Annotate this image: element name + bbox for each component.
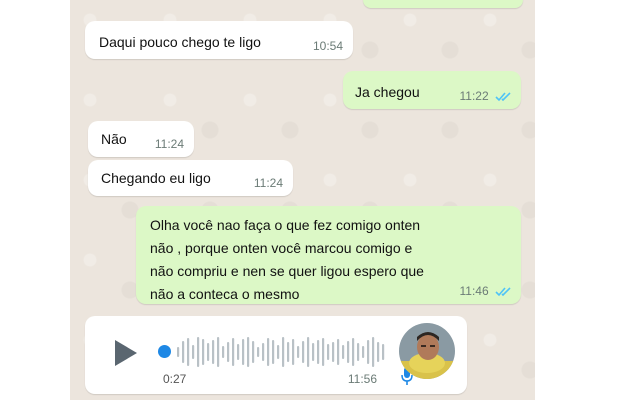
message-time: 11:46: [459, 284, 489, 298]
message-text: Não: [101, 131, 127, 147]
waveform-bar: [187, 338, 190, 366]
waveform-bar: [262, 343, 265, 361]
waveform-bar: [312, 343, 315, 361]
waveform-bar: [257, 347, 260, 357]
waveform-bar: [212, 340, 215, 364]
waveform-bar: [352, 338, 355, 366]
message-time-group: 11:46: [460, 284, 513, 298]
waveform-bar: [252, 341, 255, 363]
waveform-bar: [267, 338, 270, 366]
waveform-bar: [327, 344, 330, 360]
message-bubble-incoming[interactable]: Não 11:24: [88, 121, 194, 157]
waveform-bar: [377, 342, 380, 362]
message-time: 11:24: [154, 137, 184, 151]
play-icon[interactable]: [115, 340, 137, 366]
waveform-bar: [277, 345, 280, 359]
voice-duration: 0:27: [163, 372, 187, 386]
waveform-bar: [217, 337, 220, 367]
waveform-bar: [302, 341, 305, 363]
waveform-bar: [192, 345, 195, 359]
message-line: não a conteca o mesmo: [150, 286, 300, 302]
waveform-bar: [242, 339, 245, 365]
message-bubble-outgoing[interactable]: Olha você nao faça o que fez comigo onte…: [136, 206, 521, 304]
waveform-bar: [367, 340, 370, 364]
waveform-bar: [207, 343, 210, 361]
waveform-bar: [177, 347, 180, 357]
message-bubble-incoming[interactable]: Chegando eu ligo 11:24: [88, 160, 293, 196]
waveform-bar: [292, 339, 295, 365]
message-line: não compriu e nen se quer ligou espero q…: [150, 263, 424, 279]
waveform-bar: [342, 345, 345, 359]
waveform-bar: [182, 341, 185, 363]
message-line: Olha você nao faça o que fez comigo onte…: [150, 217, 421, 233]
waveform-bar: [222, 346, 225, 358]
playback-position-handle[interactable]: [158, 345, 171, 358]
waveform-bar: [317, 340, 320, 364]
waveform-bar: [202, 339, 205, 365]
message-text: Chegando eu ligo: [101, 170, 211, 186]
previous-message-fragment: [363, 0, 523, 8]
message-time: 11:22: [459, 89, 489, 103]
waveform-bar: [197, 337, 200, 367]
waveform-bar: [232, 338, 235, 366]
waveform-bar: [307, 337, 310, 367]
waveform-bar: [357, 343, 360, 361]
message-bubble-incoming[interactable]: Daqui pouco chego te ligo 10:54: [85, 21, 353, 59]
message-line: não , porque onten você marcou comigo e: [150, 240, 413, 256]
waveform-bar: [247, 337, 250, 367]
double-check-icon: [495, 92, 511, 102]
avatar-photo: [399, 323, 455, 379]
avatar[interactable]: [399, 323, 455, 379]
waveform-bar: [332, 342, 335, 362]
message-text: Olha você nao faça o que fez comigo onte…: [150, 214, 480, 306]
waveform-bar: [237, 344, 240, 360]
waveform-bar: [272, 340, 275, 364]
waveform-bar: [287, 342, 290, 362]
waveform-bar: [337, 339, 340, 365]
audio-waveform[interactable]: [175, 334, 385, 370]
waveform-bar: [362, 346, 365, 358]
waveform-bar: [372, 337, 375, 367]
waveform-bar: [282, 337, 285, 367]
waveform-bar: [322, 338, 325, 366]
message-time-group: 11:22: [460, 89, 513, 103]
message-time: 11:24: [253, 176, 283, 190]
waveform-bar: [297, 346, 300, 358]
message-time: 10:54: [312, 39, 343, 53]
double-check-icon: [495, 287, 511, 297]
message-text: Ja chegou: [355, 84, 420, 100]
voice-time: 11:56: [347, 372, 377, 386]
waveform-bar: [347, 341, 350, 363]
message-text: Daqui pouco chego te ligo: [99, 34, 261, 50]
voice-message-bubble[interactable]: 0:27 11:56: [85, 316, 467, 394]
message-bubble-outgoing[interactable]: Ja chegou 11:22: [343, 71, 521, 109]
waveform-bar: [382, 344, 385, 360]
chat-area: Daqui pouco chego te ligo 10:54 Ja chego…: [70, 0, 535, 400]
waveform-bar: [227, 342, 230, 362]
